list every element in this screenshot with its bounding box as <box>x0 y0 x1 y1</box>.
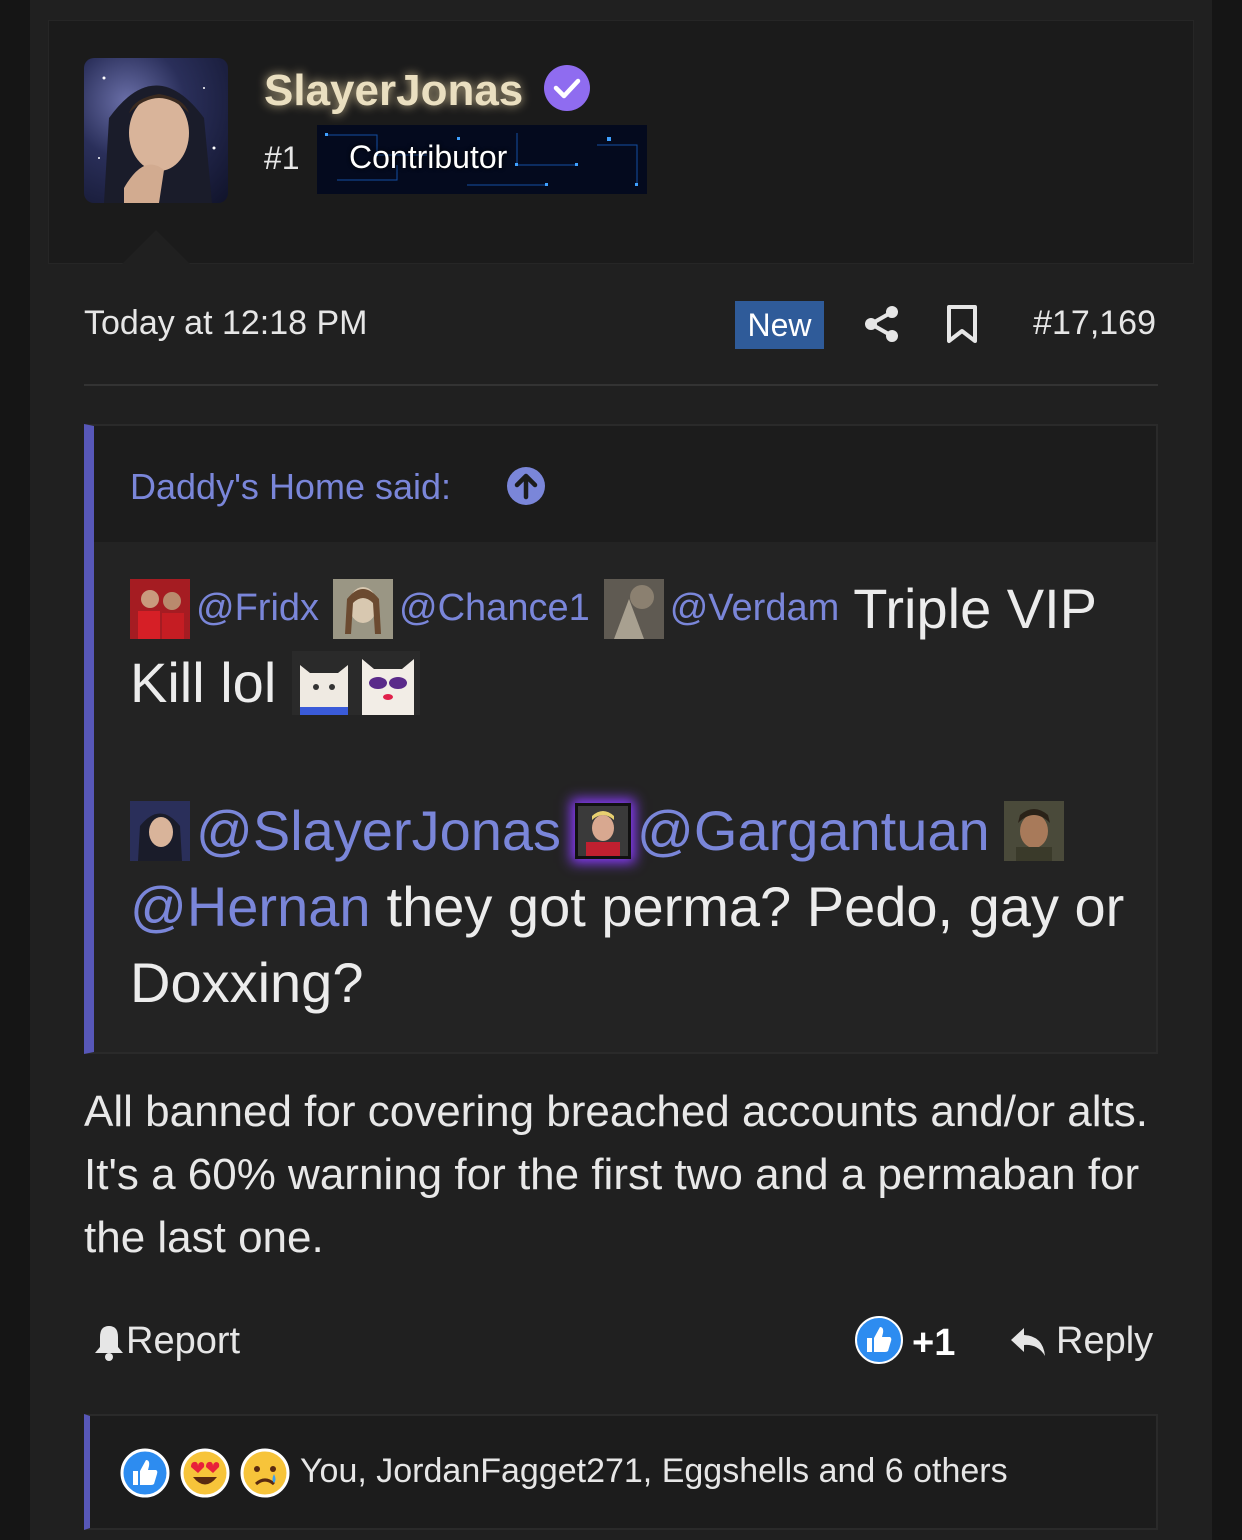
user-rank: #1 <box>264 140 300 176</box>
quote-block: Daddy's Home said: @Fridx @Chance1 @Verd… <box>84 424 1158 1054</box>
mention-gargantuan[interactable]: @Gargantuan <box>637 798 990 863</box>
post-number[interactable]: #17,169 <box>1033 304 1156 343</box>
quote-line-2: Kill lol <box>130 650 421 715</box>
username[interactable]: SlayerJonas <box>264 66 523 116</box>
arrow-up-icon[interactable] <box>506 466 546 506</box>
quote-body: @Fridx @Chance1 @Verdam Triple VIP Kill … <box>94 542 1156 1052</box>
badge-label: Contributor <box>349 139 508 175</box>
like-count[interactable]: +1 <box>912 1322 955 1365</box>
like-icon[interactable] <box>855 1316 903 1364</box>
quote-line-3: @SlayerJonas @Gargantuan <box>130 798 1070 863</box>
quote-text-1: Triple VIP <box>853 577 1098 640</box>
avatar-fridx <box>130 578 190 639</box>
quote-line-5: Doxxing? <box>130 950 363 1015</box>
quote-text-2: Kill lol <box>130 651 277 714</box>
mention-verdam[interactable]: @Verdam <box>670 587 840 630</box>
header-notch <box>122 230 190 264</box>
bookmark-icon[interactable] <box>944 304 980 344</box>
cat-sunglasses-emoji-icon <box>356 650 421 715</box>
report-label: Report <box>126 1320 241 1362</box>
reply-icon <box>1011 1327 1045 1356</box>
divider <box>84 384 1158 386</box>
share-icon[interactable] <box>862 304 902 344</box>
contributor-badge: Contributor <box>317 125 647 194</box>
reply-label: Reply <box>1056 1320 1154 1362</box>
quote-header: Daddy's Home said: <box>94 426 1156 542</box>
avatar-hernan <box>1003 800 1064 861</box>
avatar-slayerjonas <box>130 800 190 861</box>
report-button[interactable]: Report <box>92 1320 240 1363</box>
reaction-icons <box>120 1448 290 1498</box>
mention-slayerjonas[interactable]: @SlayerJonas <box>196 798 561 863</box>
quote-text-5: Doxxing? <box>130 951 364 1014</box>
post-timestamp[interactable]: Today at 12:18 PM <box>84 304 368 343</box>
cat-emoji-icon <box>292 650 357 715</box>
bell-icon <box>95 1325 123 1361</box>
avatar-chance1 <box>333 578 394 639</box>
mention-chance1[interactable]: @Chance1 <box>399 587 590 630</box>
like-reaction-icon <box>120 1448 170 1498</box>
avatar-verdam <box>603 578 664 639</box>
reactions-summary[interactable]: You, JordanFagget271, Eggshells and 6 ot… <box>300 1452 1008 1491</box>
user-avatar[interactable] <box>84 58 228 203</box>
quote-text-4: they got perma? Pedo, gay or <box>386 875 1125 938</box>
post-body: All banned for covering breached account… <box>84 1087 1148 1262</box>
quote-author[interactable]: Daddy's Home said: <box>130 466 451 508</box>
mention-hernan[interactable]: @Hernan <box>130 874 371 939</box>
sad-reaction-icon <box>240 1448 290 1498</box>
avatar-gargantuan <box>575 802 632 859</box>
new-badge: New <box>735 301 824 349</box>
verified-icon <box>544 65 590 111</box>
quote-line-4: @Hernan they got perma? Pedo, gay or <box>130 874 1124 939</box>
mention-fridx[interactable]: @Fridx <box>196 587 319 630</box>
reply-button[interactable]: Reply <box>1008 1320 1153 1363</box>
reactions-bar[interactable]: You, JordanFagget271, Eggshells and 6 ot… <box>84 1414 1158 1530</box>
love-reaction-icon <box>180 1448 230 1498</box>
quote-line-1: @Fridx @Chance1 @Verdam Triple VIP <box>130 576 1097 641</box>
